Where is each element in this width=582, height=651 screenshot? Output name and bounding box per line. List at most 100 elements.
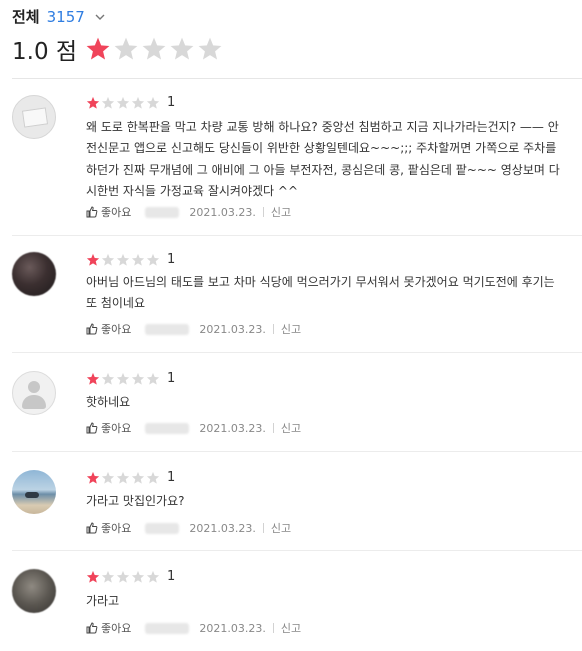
review-text: 가라고 <box>86 591 582 612</box>
star-empty-icon <box>101 471 115 484</box>
review-date: 2021.03.23. <box>189 521 256 535</box>
like-button[interactable]: 좋아요 <box>101 204 131 220</box>
blurred-username <box>145 422 190 434</box>
review-actions: 좋아요 2021.03.23. 신고 <box>86 420 301 436</box>
report-button[interactable]: 신고 <box>271 520 291 536</box>
review-divider <box>12 352 582 353</box>
star-empty-icon <box>146 372 160 385</box>
blurred-username <box>145 206 180 218</box>
thumbs-up-icon[interactable] <box>86 422 98 434</box>
review-date: 2021.03.23. <box>189 205 256 219</box>
report-button[interactable]: 신고 <box>281 321 301 337</box>
star-empty-icon <box>116 96 130 109</box>
review-date: 2021.03.23. <box>199 621 266 635</box>
like-button[interactable]: 좋아요 <box>101 620 131 636</box>
review-date: 2021.03.23. <box>199 322 266 336</box>
star-empty-icon <box>101 570 115 583</box>
separator <box>262 523 264 533</box>
chevron-down-icon[interactable] <box>93 10 107 24</box>
star-rating-icon <box>86 372 161 386</box>
review-stars: 1 <box>86 371 175 386</box>
star-empty-icon <box>101 96 115 109</box>
blurred-username <box>145 522 180 534</box>
star-filled-icon <box>86 471 100 484</box>
separator <box>272 423 274 433</box>
rating-value: 1 <box>167 95 176 110</box>
star-empty-icon <box>116 253 130 266</box>
rating-value: 1 <box>167 252 176 267</box>
review-stars: 1 <box>86 95 175 110</box>
review-text-line: 전신문고 앱으로 신고해도 당신들이 위반한 상황일텐데요~~~;;; 주차할꺼… <box>86 141 557 156</box>
avatar[interactable] <box>12 569 56 613</box>
star-empty-icon <box>101 372 115 385</box>
star-empty-icon <box>131 253 145 266</box>
thumbs-up-icon[interactable] <box>86 622 98 634</box>
thumbs-up-icon[interactable] <box>86 323 98 335</box>
star-filled-icon <box>86 37 110 60</box>
rating-value: 1 <box>167 569 176 584</box>
review-divider <box>12 550 582 551</box>
report-button[interactable]: 신고 <box>281 420 301 436</box>
star-empty-icon <box>101 253 115 266</box>
review-count: 3157 <box>46 7 85 26</box>
review-text: 왜 도로 한복판을 막고 차량 교통 방해 하나요? 중앙선 침범하고 지금 지… <box>86 117 582 202</box>
star-empty-icon <box>146 96 160 109</box>
review-divider <box>12 451 582 452</box>
review-text-line: 또 첨이네요 <box>86 296 146 311</box>
review-text-line: 시한번 자식들 가정교육 잘시켜야겠다 ^^ <box>86 183 299 198</box>
avatar[interactable] <box>12 470 56 514</box>
divider <box>12 78 582 79</box>
star-filled-icon <box>86 570 100 583</box>
review-date: 2021.03.23. <box>199 421 266 435</box>
star-rating-icon <box>86 253 161 267</box>
review-divider <box>12 235 582 236</box>
average-score: 1.0 점 <box>12 39 78 65</box>
avatar[interactable] <box>12 95 56 139</box>
filter-label[interactable]: 전체 <box>12 6 40 27</box>
star-empty-icon <box>146 253 160 266</box>
star-empty-icon <box>114 37 138 60</box>
review-text: 가라고 맛집인가요? <box>86 491 582 512</box>
avatar[interactable] <box>12 252 56 296</box>
report-button[interactable]: 신고 <box>281 620 301 636</box>
rating-value: 1 <box>167 371 176 386</box>
review-stars: 1 <box>86 470 175 485</box>
review-stars: 1 <box>86 569 175 584</box>
separator <box>272 324 274 334</box>
star-empty-icon <box>116 471 130 484</box>
review-text: 아버님 아드님의 태도를 보고 차마 식당에 먹으러가기 무서워서 못가겠어요 … <box>86 272 582 315</box>
thumbs-up-icon[interactable] <box>86 522 98 534</box>
average-rating: 1.0 점 <box>12 32 223 66</box>
report-button[interactable]: 신고 <box>271 204 291 220</box>
star-empty-icon <box>116 570 130 583</box>
blurred-username <box>145 622 190 634</box>
like-button[interactable]: 좋아요 <box>101 520 131 536</box>
review-text-line: 가라고 <box>86 594 120 608</box>
star-empty-icon <box>131 471 145 484</box>
user-icon <box>28 381 40 393</box>
like-button[interactable]: 좋아요 <box>101 321 131 337</box>
star-empty-icon <box>198 37 222 60</box>
star-rating-icon <box>86 570 161 584</box>
star-empty-icon <box>146 471 160 484</box>
rating-value: 1 <box>167 470 176 485</box>
separator <box>262 207 264 217</box>
blurred-username <box>145 323 190 335</box>
star-filled-icon <box>86 96 100 109</box>
review-stars: 1 <box>86 252 175 267</box>
review-actions: 좋아요 2021.03.23. 신고 <box>86 321 301 337</box>
review-text-line: 왜 도로 한복판을 막고 차량 교통 방해 하나요? 중앙선 침범하고 지금 지… <box>86 120 559 134</box>
avatar[interactable] <box>12 371 56 415</box>
review-actions: 좋아요 2021.03.23. 신고 <box>86 520 291 536</box>
review-actions: 좋아요 2021.03.23. 신고 <box>86 620 301 636</box>
filter-row[interactable]: 전체 3157 <box>12 6 107 27</box>
star-empty-icon <box>131 96 145 109</box>
like-button[interactable]: 좋아요 <box>101 420 131 436</box>
star-empty-icon <box>131 372 145 385</box>
star-rating-icon <box>86 96 161 110</box>
star-empty-icon <box>142 37 166 60</box>
review-text-line: 핫하네요 <box>86 395 131 409</box>
thumbs-up-icon[interactable] <box>86 206 98 218</box>
review-text-line: 아버님 아드님의 태도를 보고 차마 식당에 먹으러가기 무서워서 못가겠어요 … <box>86 275 555 289</box>
star-empty-icon <box>131 570 145 583</box>
